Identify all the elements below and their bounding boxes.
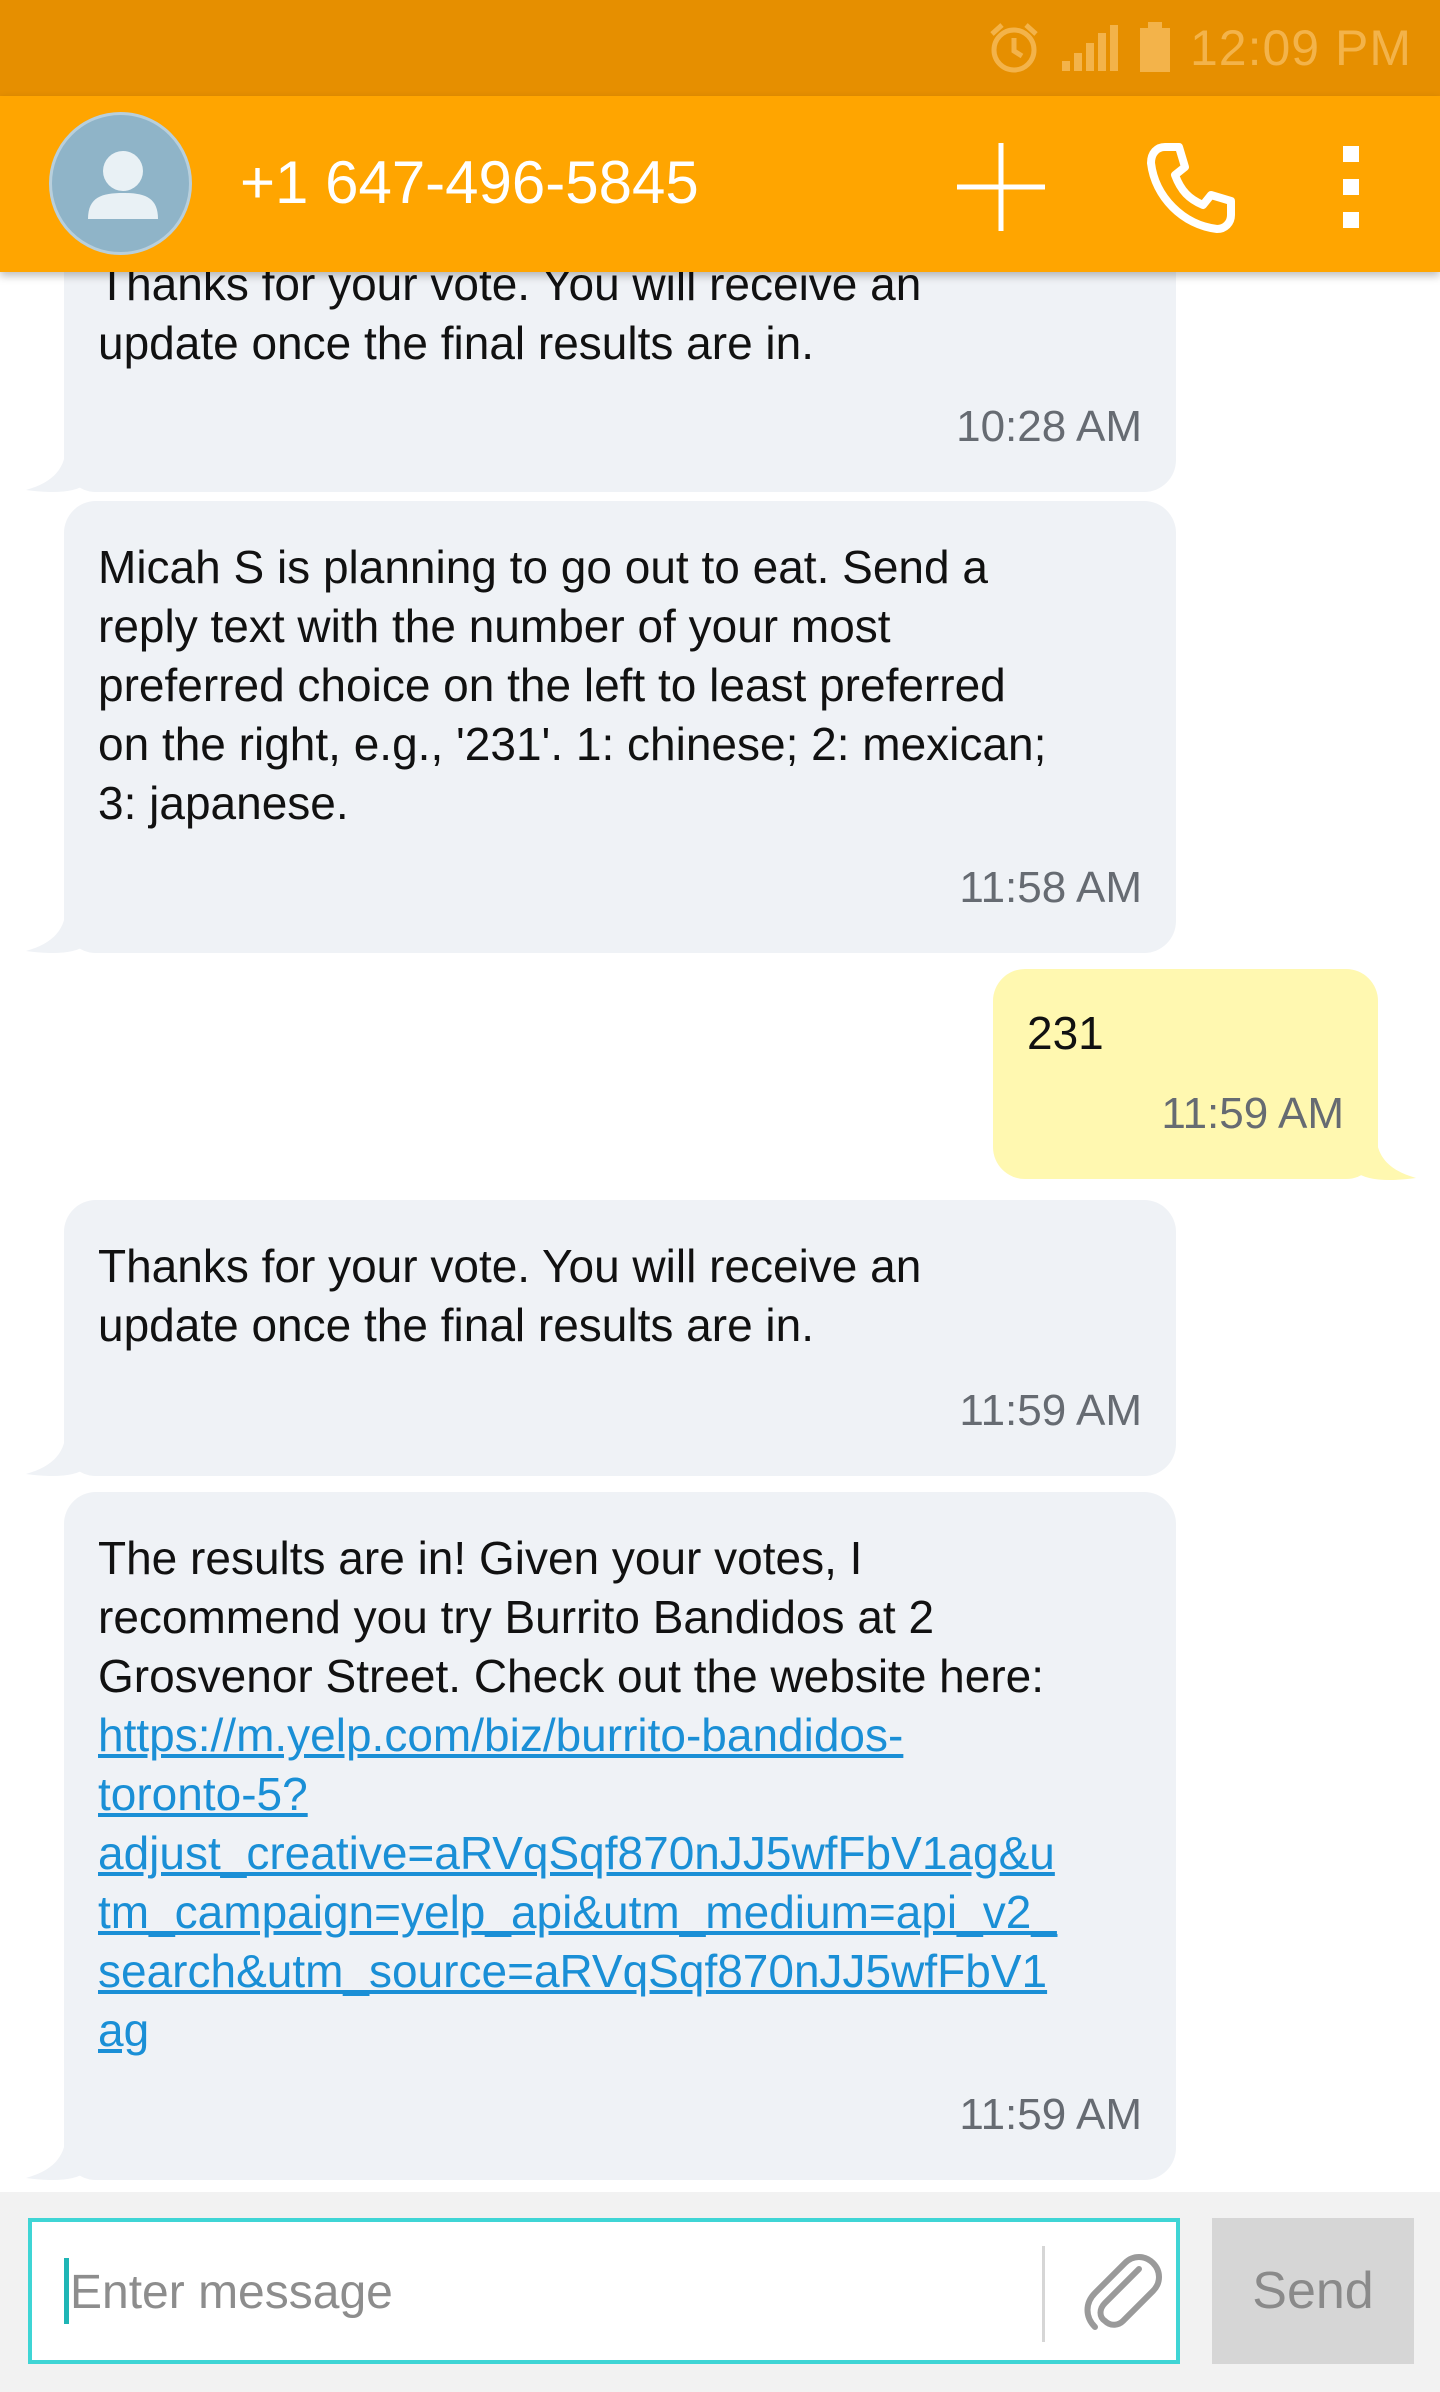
more-vert-icon [1343, 146, 1359, 228]
signal-icon [1060, 23, 1120, 73]
message-time: 11:59 AM [959, 1386, 1142, 1435]
contact-number: +1 647-496-5845 [240, 149, 699, 216]
message-text: Thanks for your vote. You will receive a… [98, 272, 922, 369]
battery-icon [1138, 22, 1172, 74]
message-text: Micah S is planning to go out to eat. Se… [98, 541, 1047, 829]
message-text: 231 [1027, 1007, 1104, 1059]
message-input[interactable] [70, 2252, 1030, 2332]
phone-icon [1147, 143, 1235, 233]
contact-avatar[interactable] [49, 112, 192, 255]
text-cursor [64, 2258, 69, 2324]
message-time: 11:59 AM [959, 2090, 1142, 2139]
composer: Send [0, 2192, 1440, 2392]
alarm-icon [986, 20, 1042, 76]
incoming-message[interactable]: Thanks for your vote. You will receive a… [64, 272, 1176, 492]
call-button[interactable] [1136, 132, 1246, 242]
conversation-header: +1 647-496-5845 [0, 96, 1440, 272]
incoming-message[interactable]: Thanks for your vote. You will receive a… [64, 1200, 1176, 1476]
more-options-button[interactable] [1296, 132, 1406, 242]
message-text: The results are in! Given your votes, I … [98, 1532, 1045, 1702]
input-divider [1042, 2246, 1045, 2342]
message-link[interactable]: https://m.yelp.com/biz/burrito-bandidos-… [98, 1706, 1142, 2060]
message-time: 11:59 AM [1161, 1089, 1344, 1138]
incoming-message[interactable]: The results are in! Given your votes, I … [64, 1492, 1176, 2180]
attach-button[interactable] [1068, 2238, 1178, 2348]
add-button[interactable] [946, 132, 1056, 242]
send-button[interactable]: Send [1212, 2218, 1414, 2364]
paperclip-icon [1084, 2254, 1162, 2330]
status-bar: 12:09 PM [0, 0, 1440, 96]
message-list[interactable]: Thanks for your vote. You will receive a… [0, 272, 1440, 2192]
person-icon [88, 151, 158, 219]
message-time: 11:58 AM [959, 863, 1142, 912]
incoming-message[interactable]: Micah S is planning to go out to eat. Se… [64, 501, 1176, 953]
message-text: Thanks for your vote. You will receive a… [98, 1240, 922, 1351]
outgoing-message[interactable]: 231 11:59 AM [993, 969, 1378, 1179]
message-input-box[interactable] [28, 2218, 1180, 2364]
message-time: 10:28 AM [956, 402, 1142, 451]
status-time: 12:09 PM [1189, 20, 1412, 76]
add-icon [957, 143, 1045, 231]
